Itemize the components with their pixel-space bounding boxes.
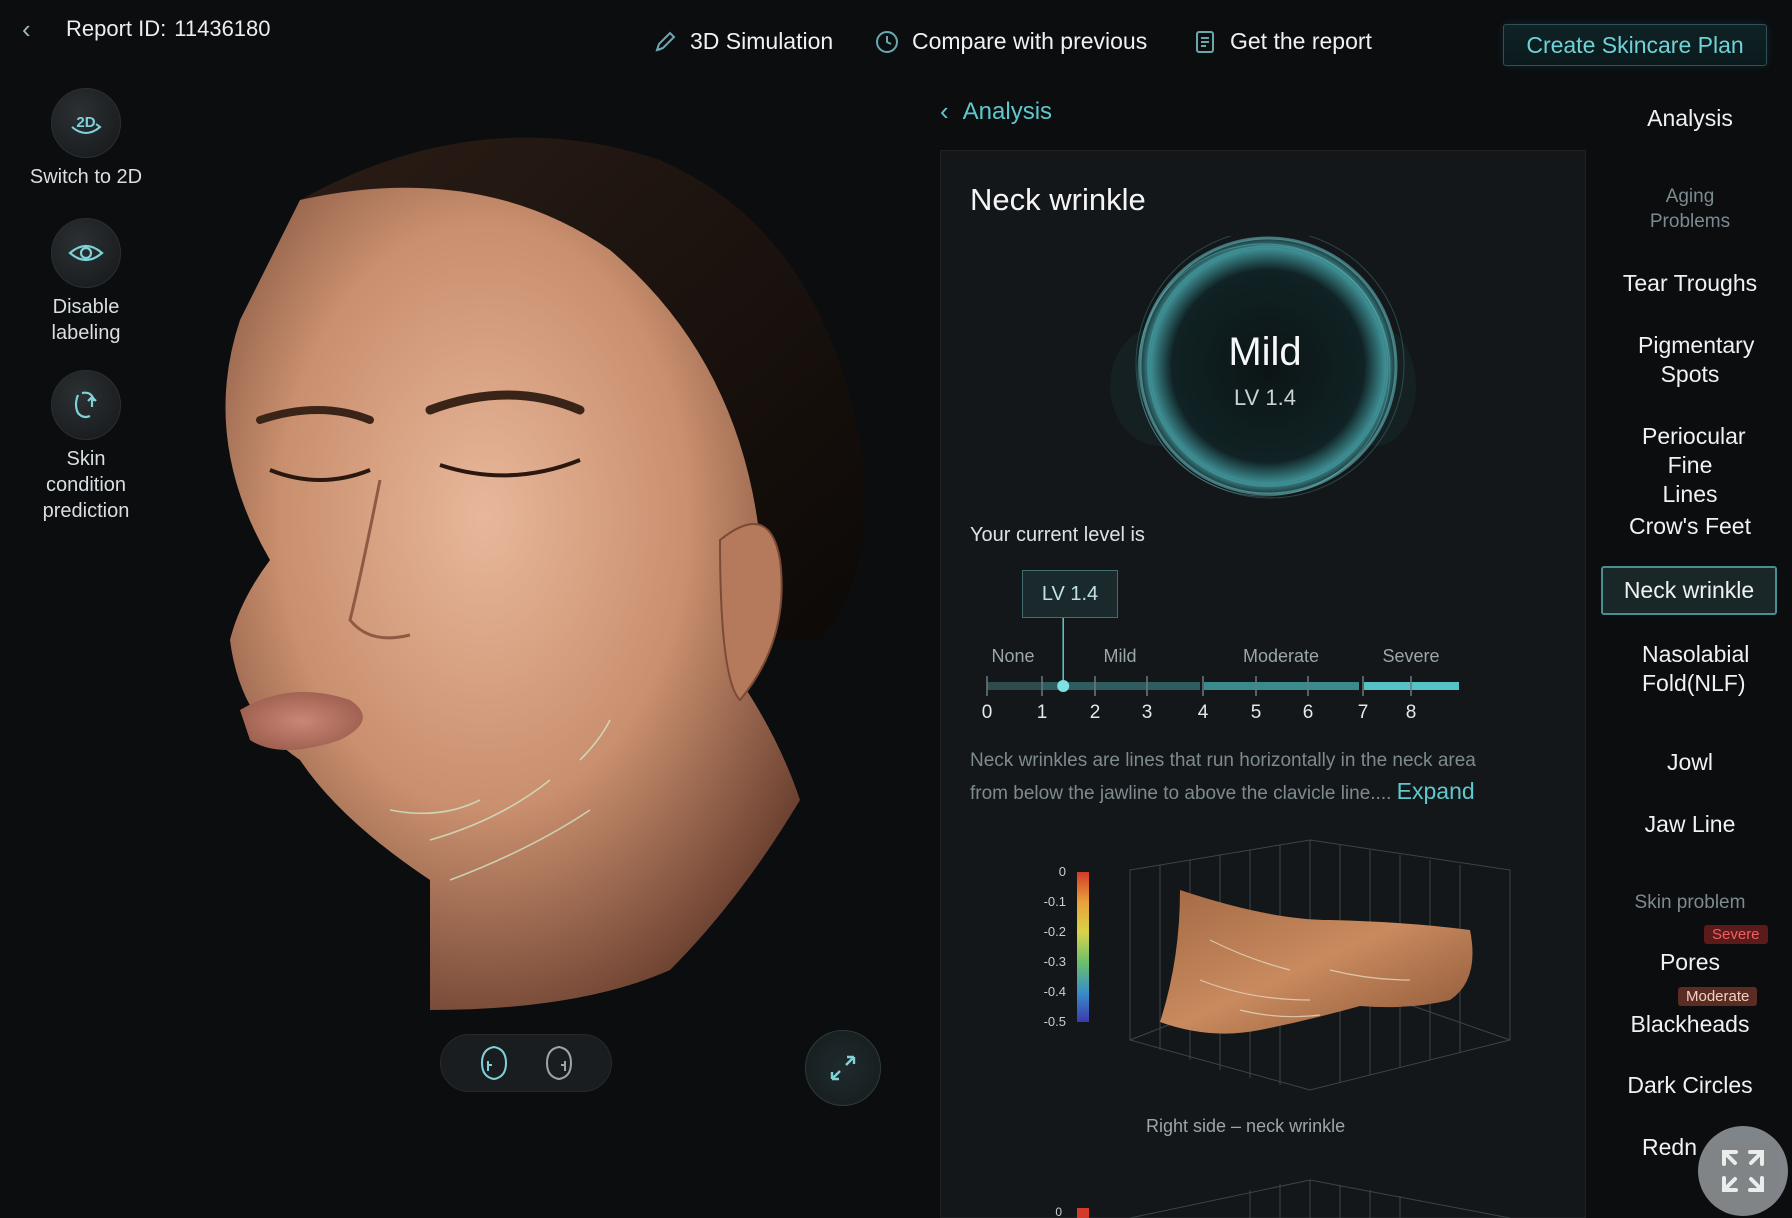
2d-rotate-icon: 2D (51, 88, 121, 158)
right-nav-title: Analysis (1647, 105, 1733, 131)
scale-segment (1204, 682, 1359, 690)
colorbar-tick: 0 (1059, 864, 1066, 879)
nav-item-jaw-line[interactable]: Jaw Line (1598, 810, 1782, 839)
scale-tick-label: 2 (1090, 702, 1101, 723)
scale-segment (987, 682, 1042, 690)
nav-item-periocular-fine-lines[interactable]: Periocular Fine Lines (1598, 422, 1782, 509)
level-marker-dot (1057, 680, 1070, 692)
tool-label-line: Skin (66, 448, 106, 470)
nav-item-pores[interactable]: Pores (1598, 948, 1782, 977)
severity-display: Mild LV 1.4 (1170, 330, 1360, 411)
nav-label: 3D Simulation (690, 28, 834, 54)
chevron-left-icon: ‹ (940, 96, 949, 126)
tool-label-line: labeling (51, 322, 121, 344)
nav-3d-simulation[interactable]: 3D Simulation (652, 28, 833, 55)
svg-text:2D: 2D (76, 114, 95, 131)
section-skin-problem: Skin problem (1634, 892, 1746, 913)
description-line: Neck wrinkles are lines that run horizon… (970, 750, 1476, 771)
expand-link[interactable]: Expand (1397, 778, 1475, 804)
face-upward-icon (51, 370, 121, 440)
face-right-view-icon[interactable] (541, 1043, 577, 1083)
colorbar-tick: -0.2 (1044, 924, 1066, 939)
scale-category-label: Moderate (1243, 646, 1319, 666)
disable-labeling-button[interactable]: Disable labeling (12, 218, 160, 346)
tool-label-line: prediction (42, 500, 130, 522)
fullscreen-icon (1722, 1150, 1764, 1192)
neck-depth-3d-plot[interactable]: 0 -0.1 -0.2 -0.3 -0.4 -0.5 (1010, 830, 1530, 1110)
section-label: Aging Problems (1649, 186, 1731, 232)
scale-tick-label: 1 (1037, 702, 1048, 723)
face-3d-model[interactable] (180, 120, 880, 1020)
scale-category-label: None (991, 646, 1034, 666)
nav-item-tear-troughs[interactable]: Tear Troughs (1598, 269, 1782, 298)
create-skincare-plan-button[interactable]: Create Skincare Plan (1503, 24, 1767, 66)
severity-scale: None Mild Moderate Severe 0 1 2 3 4 5 6 7 8 (982, 618, 1459, 723)
nav-compare[interactable]: Compare with previous (874, 28, 1147, 55)
scale-tick-label: 3 (1142, 702, 1153, 723)
badge-severe: Severe (1704, 925, 1768, 944)
scale-tick-label: 6 (1303, 702, 1314, 723)
scale-category-label: Mild (1103, 646, 1136, 666)
condition-description: Neck wrinkles are lines that run horizon… (970, 746, 1570, 809)
colorbar (1077, 872, 1089, 1022)
second-depth-plot[interactable]: 0 (1010, 1160, 1530, 1218)
skin-condition-prediction-button[interactable]: Skin condition prediction (12, 370, 160, 524)
expand-view-button[interactable] (805, 1030, 881, 1106)
scale-tick-label: 7 (1358, 702, 1369, 723)
tool-label-line: Disable (52, 296, 120, 318)
nav-item-jowl[interactable]: Jowl (1598, 748, 1782, 777)
current-level-label: Your current level is (970, 524, 1145, 546)
tool-label-line: condition (45, 474, 127, 496)
colorbar-tick: -0.5 (1044, 1014, 1066, 1029)
analysis-back-label: Analysis (962, 97, 1053, 125)
section-aging-problems: Aging Problems (1598, 184, 1782, 234)
eye-icon (51, 218, 121, 288)
scale-category-label: Severe (1382, 646, 1439, 666)
nav-item-crows-feet[interactable]: Crow's Feet (1598, 512, 1782, 541)
neck-surface (1160, 890, 1473, 1034)
current-level-marker: LV 1.4 (1022, 570, 1118, 618)
badge-moderate: Moderate (1678, 987, 1758, 1006)
nav-item-neck-wrinkle[interactable]: Neck wrinkle (1601, 566, 1777, 615)
description-line: from below the jawline to above the clav… (970, 783, 1392, 804)
report-id: Report ID: 11436180 (66, 14, 271, 44)
nav-item-dark-circles[interactable]: Dark Circles (1598, 1071, 1782, 1100)
nav-label: Get the report (1230, 28, 1372, 54)
analysis-back-link[interactable]: ‹ Analysis (940, 96, 1052, 127)
colorbar-tick: -0.4 (1044, 984, 1066, 999)
scale-tick-label: 0 (982, 702, 993, 723)
scale-tick-label: 4 (1198, 702, 1209, 723)
back-icon[interactable]: ‹ (22, 14, 46, 44)
nav-item-blackheads[interactable]: Blackheads (1598, 1010, 1782, 1039)
page-title: Neck wrinkle (970, 182, 1146, 217)
scale-tick-label: 5 (1251, 702, 1262, 723)
expand-arrows-icon (830, 1055, 856, 1081)
status-badge: Moderate (1678, 987, 1758, 1007)
switch-to-2d-button[interactable]: 2D Switch to 2D (12, 88, 160, 190)
pen-icon (655, 31, 676, 52)
nav-label: Compare with previous (912, 28, 1148, 54)
colorbar-tick: 0 (1055, 1205, 1062, 1218)
tool-label: Switch to 2D (29, 166, 143, 188)
nav-get-report[interactable]: Get the report (1192, 28, 1372, 55)
scale-tick-label: 8 (1406, 702, 1417, 723)
fullscreen-button[interactable] (1698, 1126, 1788, 1216)
nav-item-pigmentary-spots[interactable]: Pigmentary Spots (1598, 331, 1782, 389)
severity-label: Mild (1228, 330, 1302, 374)
severity-level: LV 1.4 (1234, 385, 1296, 410)
report-id-label: Report ID: (66, 16, 167, 41)
status-badge: Severe (1704, 925, 1768, 945)
report-id-value: 11436180 (174, 16, 271, 41)
document-icon (1196, 30, 1214, 53)
plot-caption: Right side – neck wrinkle (1146, 1116, 1346, 1136)
colorbar-tick: -0.1 (1044, 894, 1066, 909)
view-toggle-group (440, 1034, 612, 1092)
clock-icon (876, 30, 898, 53)
colorbar-tick: -0.3 (1044, 954, 1066, 969)
face-left-view-icon[interactable] (476, 1043, 512, 1083)
nav-item-nasolabial-fold[interactable]: Nasolabial Fold(NLF) (1598, 640, 1782, 698)
